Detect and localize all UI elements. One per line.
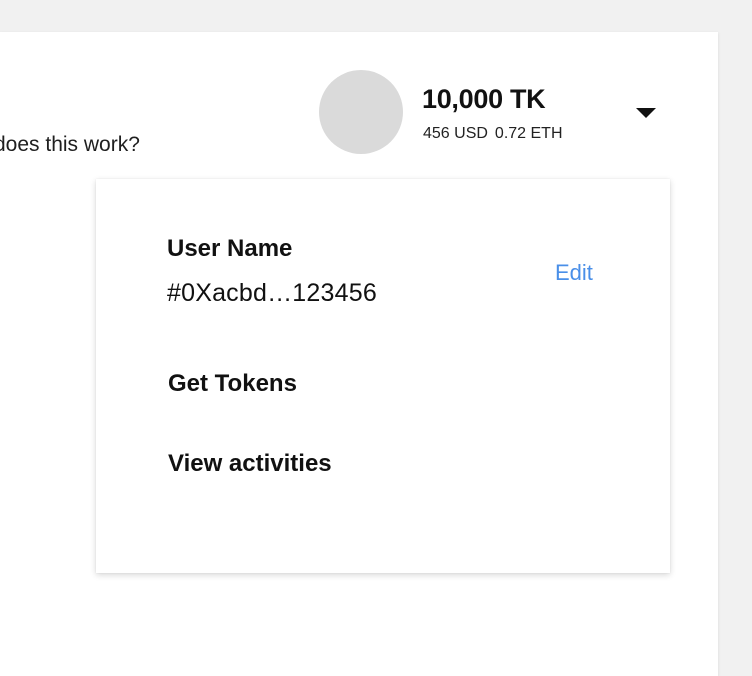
- avatar[interactable]: [319, 70, 403, 154]
- edit-link[interactable]: Edit: [555, 260, 593, 286]
- how-it-works-link[interactable]: does this work?: [0, 133, 140, 157]
- sub-balances: 456 USD 0.72 ETH: [423, 125, 563, 143]
- wallet-address: #0Xacbd…123456: [167, 279, 377, 307]
- menu-item-view-activities[interactable]: View activities: [168, 450, 332, 478]
- caret-down-icon[interactable]: [632, 102, 660, 124]
- user-name: User Name: [167, 235, 293, 262]
- eth-balance: 0.72 ETH: [494, 125, 563, 142]
- token-balance: 10,000 TK: [422, 84, 546, 114]
- menu-item-get-tokens[interactable]: Get Tokens: [168, 370, 297, 398]
- account-dropdown: User Name #0Xacbd…123456 Edit Get Tokens…: [96, 179, 670, 573]
- usd-balance: 456 USD: [423, 125, 488, 142]
